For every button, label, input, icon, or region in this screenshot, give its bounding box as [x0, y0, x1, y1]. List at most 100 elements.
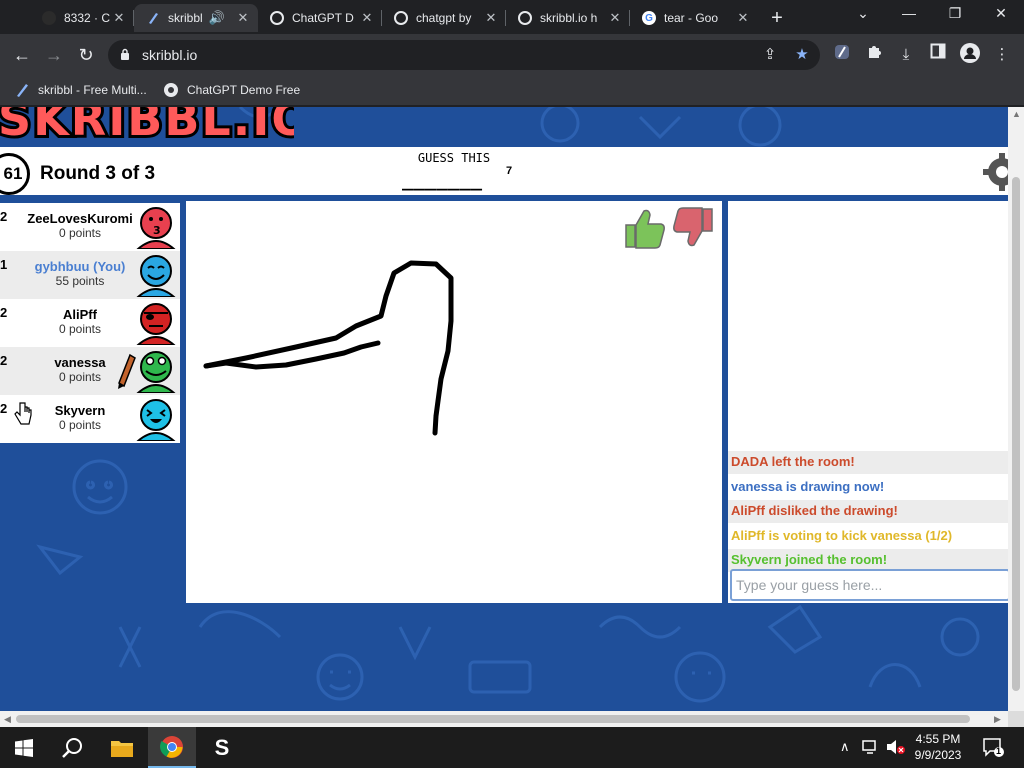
windows-taskbar: S ∧ 4:55 PM 9/9/2023 1 [0, 727, 1024, 768]
tab-skribbl[interactable]: skribbl 🔊 ✕ [134, 4, 258, 32]
globe-icon [270, 11, 284, 25]
player-rank: 2 [0, 305, 8, 320]
thumbs-up-icon[interactable] [622, 205, 668, 251]
player-name: gybhbuu (You) [34, 259, 126, 274]
bookmark-label: skribbl - Free Multi... [38, 83, 147, 97]
player-points: 0 points [58, 226, 102, 240]
mouse-hand-cursor-icon [14, 402, 32, 425]
chat-message-text: vanessa is drawing now! [731, 479, 885, 494]
player-name: AliPff [63, 307, 97, 322]
address-bar[interactable]: skribbl.io ⇪ ★ [108, 40, 820, 70]
skribbl-extension-icon[interactable] [830, 43, 854, 67]
chrome-icon [160, 735, 183, 758]
side-panel-icon[interactable] [926, 43, 950, 67]
skribbl-bookmark-icon [17, 84, 28, 97]
bookmark-star-icon[interactable]: ★ [790, 43, 814, 67]
close-tab-icon[interactable]: ✕ [482, 10, 500, 26]
scroll-up-arrow-icon[interactable]: ▲ [1012, 109, 1021, 119]
player-avatar [136, 399, 176, 441]
player-avatar [136, 255, 176, 297]
player-rank: 2 [0, 209, 8, 224]
restore-button[interactable]: ❐ [940, 5, 970, 22]
vertical-scrollbar[interactable]: ▲ [1008, 107, 1024, 711]
url-text: skribbl.io [142, 47, 198, 63]
tab-skribbl-help[interactable]: skribbl.io h ✕ [506, 4, 630, 32]
player-points: 0 points [58, 322, 102, 336]
chat-message: AliPff is voting to kick vanessa (1/2) [728, 525, 1008, 548]
system-clock[interactable]: 4:55 PM 9/9/2023 [906, 731, 970, 763]
close-tab-icon[interactable]: ✕ [358, 10, 376, 26]
tab-google-tear[interactable]: G tear - Goo ✕ [630, 4, 758, 32]
menu-kebab-icon[interactable]: ⋮ [990, 43, 1014, 67]
round-timer: 61 [0, 153, 30, 195]
forward-arrow-icon[interactable]: → [42, 43, 66, 67]
file-explorer-button[interactable] [98, 727, 146, 768]
show-hidden-icons-chevron-icon[interactable]: ∧ [840, 739, 850, 755]
logo-text: SKRIBBL.IO! [0, 107, 294, 146]
bookmark-skribbl[interactable]: skribbl - Free Multi... [14, 82, 147, 98]
notification-count: 1 [996, 746, 1002, 756]
minimize-button[interactable]: — [894, 5, 924, 21]
volume-muted-icon[interactable] [886, 739, 906, 755]
drawing-canvas[interactable] [186, 201, 722, 603]
bookmark-chatgpt-demo[interactable]: ChatGPT Demo Free [163, 82, 300, 98]
notification-center-button[interactable]: 1 [982, 737, 1004, 757]
start-button[interactable] [0, 727, 48, 768]
tab-cbo[interactable]: 8332 · Cbo ✕ [30, 4, 134, 32]
clock-date: 9/9/2023 [914, 748, 962, 762]
chrome-taskbar-button[interactable] [148, 727, 196, 768]
guess-input[interactable] [730, 569, 1008, 601]
globe-icon [164, 83, 178, 97]
player-row[interactable]: 2 ZeeLovesKuromi 0 points 3 [0, 203, 180, 251]
scrollbar-corner [1008, 711, 1024, 727]
round-indicator: Round 3 of 3 [40, 163, 156, 184]
new-tab-button[interactable]: + [766, 7, 788, 30]
settings-gear-icon[interactable] [982, 153, 1008, 191]
tab-search-chevron-icon[interactable]: ⌄ [848, 5, 878, 22]
reload-icon[interactable]: ↻ [74, 43, 98, 67]
speaker-icon[interactable]: 🔊 [206, 10, 228, 26]
player-row[interactable]: 2 vanessa 0 points [0, 347, 180, 395]
clock-time: 4:55 PM [915, 732, 961, 746]
search-button[interactable] [48, 727, 96, 768]
player-rank: 1 [0, 257, 8, 272]
word-blanks: _______ [402, 169, 483, 191]
player-row[interactable]: 1 gybhbuu (You) 55 points [0, 251, 180, 299]
vertical-scroll-thumb[interactable] [1012, 177, 1020, 691]
scroll-right-arrow-icon[interactable]: ▶ [994, 714, 1001, 725]
horizontal-scroll-thumb[interactable] [16, 715, 970, 723]
close-tab-icon[interactable]: ✕ [734, 10, 752, 26]
s-app-taskbar-button[interactable]: S [198, 727, 246, 768]
thumbs-down-icon[interactable] [670, 205, 716, 251]
player-rank: 2 [0, 401, 8, 416]
player-row[interactable]: 2 AliPff 0 points [0, 299, 180, 347]
chat-message-text: Skyvern joined the room! [731, 552, 888, 567]
close-tab-icon[interactable]: ✕ [110, 10, 128, 26]
player-avatar [136, 303, 176, 345]
tab-chatgpt-by[interactable]: chatgpt by ✕ [382, 4, 506, 32]
network-icon[interactable] [862, 739, 880, 755]
chat-message-text: DADA left the room! [731, 454, 855, 469]
drawing-strokes [203, 260, 454, 436]
download-icon[interactable]: ⤓ [894, 43, 918, 67]
back-arrow-icon[interactable]: ← [10, 43, 34, 67]
player-row[interactable]: 2 Skyvern 0 points [0, 395, 180, 443]
share-icon[interactable]: ⇪ [758, 43, 782, 67]
skribbl-page: SKRIBBL.IO! SKRIBBL.IO! 61 Round 3 of 3 … [0, 107, 1008, 711]
folder-icon [111, 740, 133, 757]
chat-message: AliPff disliked the drawing! [728, 500, 1008, 523]
player-points: 55 points [55, 274, 105, 288]
horizontal-scrollbar[interactable]: ◀ ▶ [0, 711, 1008, 727]
tab-strip: 8332 · Cbo ✕ skribbl 🔊 ✕ ChatGPT D ✕ cha… [0, 0, 1024, 34]
tab-chatgpt-demo[interactable]: ChatGPT D ✕ [258, 4, 382, 32]
scroll-left-arrow-icon[interactable]: ◀ [4, 714, 11, 725]
close-tab-icon[interactable]: ✕ [606, 10, 624, 26]
profile-avatar-icon[interactable] [958, 43, 982, 67]
extensions-puzzle-icon[interactable] [862, 43, 886, 67]
globe-icon [518, 11, 532, 25]
search-icon [62, 737, 82, 758]
close-tab-icon[interactable]: ✕ [234, 10, 252, 26]
game-header: 61 Round 3 of 3 GUESS THIS _______ 7 [0, 147, 1008, 195]
browser-toolbar: ← → ↻ skribbl.io ⇪ ★ ⤓ ⋮ [0, 34, 1024, 76]
close-window-button[interactable]: ✕ [986, 5, 1016, 22]
